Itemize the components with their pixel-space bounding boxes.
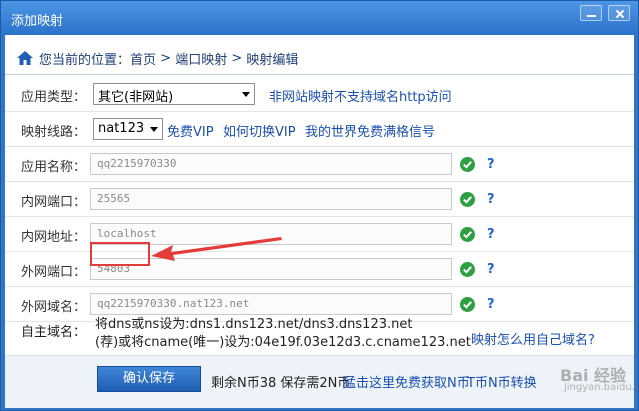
breadcrumb-sep: > [227, 50, 247, 66]
own-domain-dns-text: 将dns或ns设为:dns1.dns123.net/dns3.dns123.ne… [95, 317, 413, 332]
breadcrumb-home[interactable]: 首页 [130, 49, 156, 68]
breadcrumb-port-mapping[interactable]: 端口映射 [175, 49, 227, 68]
app-type-value: 其它(非网站) [98, 90, 174, 105]
breadcrumb-mapping-edit: 映射编辑 [246, 52, 299, 68]
route-value: nat123 [98, 121, 145, 136]
help-icon[interactable]: ? [487, 262, 495, 277]
annotation-highlight-box [90, 242, 150, 266]
check-icon [460, 262, 475, 277]
home-icon [17, 51, 33, 65]
own-domain-row: 自主域名： 将dns或ns设为:dns1.dns123.net/dns3.dns… [5, 307, 634, 352]
dialog-content: 您当前的位置： 首页 > 端口映射 > 映射编辑 应用类型： 其它(非网站) 非… [5, 35, 639, 408]
check-icon [460, 227, 475, 242]
minecraft-signal-link[interactable]: 我的世界免费满格信号 [305, 121, 435, 140]
help-icon[interactable]: ? [487, 227, 495, 242]
get-free-coin-link[interactable]: 猛击这里免费获取N币 [343, 372, 470, 391]
chevron-down-icon [242, 92, 250, 97]
route-label: 映射线路： [21, 125, 87, 140]
coin-balance-text: 剩余N币38 保存需2N币 [211, 376, 351, 391]
app-name-label: 应用名称： [21, 160, 87, 175]
baidu-jingyan-watermark: Bai 经验 jingyan.baidu.com [550, 360, 639, 400]
non-web-note-link[interactable]: 非网站映射不支持域名http访问 [269, 86, 452, 105]
route-row: 映射线路： nat123 免费VIP 如何切换VIP 我的世界免费满格信号 [5, 112, 634, 147]
window: 添加映射 您当前的位置： 首页 > 端口映射 > 映射编辑 应用类型： 其它(非… [0, 0, 639, 411]
switch-vip-link[interactable]: 如何切换VIP [223, 121, 296, 140]
app-name-input[interactable]: qq2215970330 [90, 153, 452, 175]
app-type-label: 应用类型： [21, 90, 87, 105]
app-type-select[interactable]: 其它(非网站) [93, 83, 255, 105]
close-button[interactable] [608, 5, 630, 21]
breadcrumb-divider [5, 74, 634, 75]
lan-port-row: 内网端口： 25565 ? [5, 182, 634, 217]
route-select[interactable]: nat123 [93, 118, 163, 140]
title-bar: 添加映射 [1, 1, 638, 35]
window-title: 添加映射 [11, 14, 64, 29]
watermark-url: jingyan.baidu.com [564, 382, 639, 393]
app-type-row: 应用类型： 其它(非网站) 非网站映射不支持域名http访问 [5, 77, 634, 112]
check-icon [460, 192, 475, 207]
own-domain-cname-text: (荐)或将cname(唯一)设为:04e19f.03e12d3.c.cname1… [95, 335, 471, 350]
lan-port-label: 内网端口： [21, 195, 87, 210]
help-icon[interactable]: ? [487, 192, 495, 207]
breadcrumb-sep: > [156, 50, 176, 66]
breadcrumb: 您当前的位置： 首页 > 端口映射 > 映射编辑 [5, 45, 634, 71]
check-icon [460, 157, 475, 172]
minimize-button[interactable] [580, 5, 602, 21]
free-vip-link[interactable]: 免费VIP [167, 121, 214, 140]
footer-bar: 确认保存 剩余N币38 保存需2N币 猛击这里免费获取N币 T币N币转换 [5, 355, 634, 408]
lan-port-input[interactable]: 25565 [90, 188, 452, 210]
wan-port-label: 外网端口： [21, 265, 87, 280]
own-domain-help-link[interactable]: 映射怎么用自己域名? [471, 329, 595, 348]
lan-address-label: 内网地址： [21, 230, 87, 245]
breadcrumb-prefix: 您当前的位置： [39, 52, 131, 68]
annotation-arrow-icon [151, 237, 282, 261]
chevron-down-icon [150, 127, 158, 132]
coin-exchange-link[interactable]: T币N币转换 [467, 372, 537, 391]
save-button[interactable]: 确认保存 [97, 366, 201, 392]
own-domain-label: 自主域名： [21, 325, 87, 340]
app-name-row: 应用名称： qq2215970330 ? [5, 147, 634, 182]
help-icon[interactable]: ? [487, 157, 495, 172]
